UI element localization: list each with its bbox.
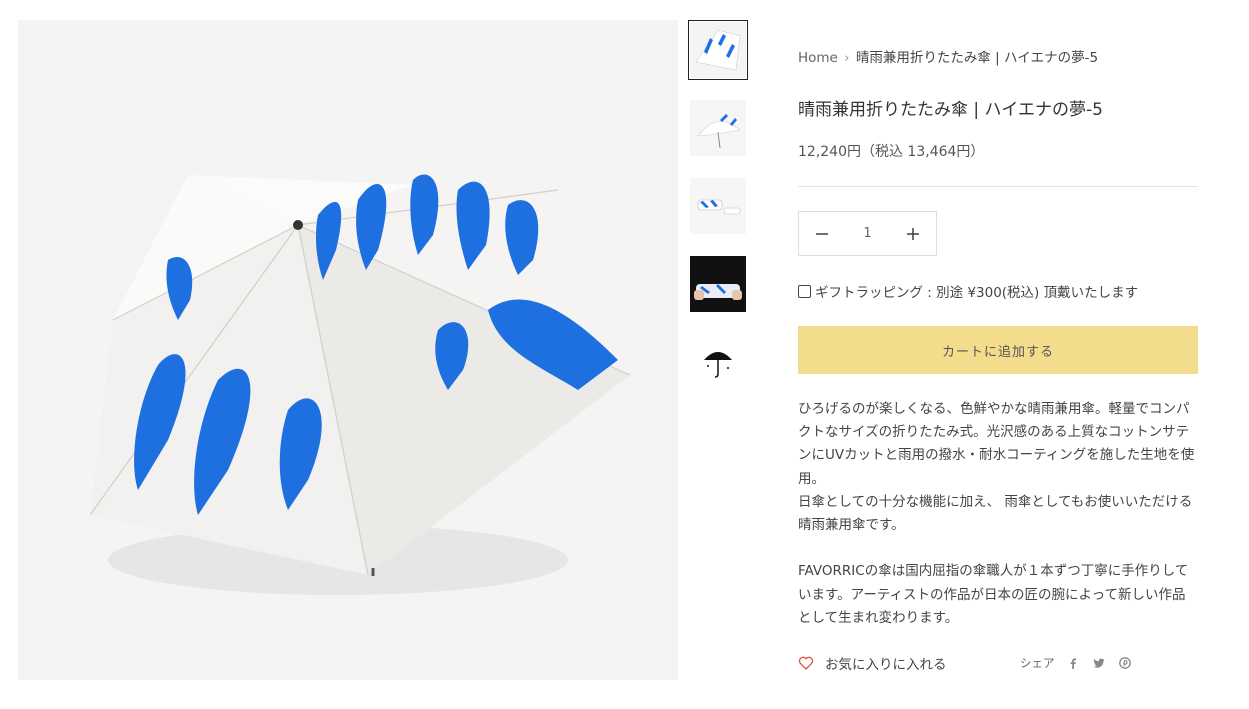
- facebook-icon[interactable]: [1065, 655, 1081, 671]
- product-title: 晴雨兼用折りたたみ傘 | ハイエナの夢-5: [798, 100, 1103, 120]
- thumb-brand-logo[interactable]: [688, 332, 748, 392]
- description-paragraph: ひろげるのが楽しくなる、色鮮やかな晴雨兼用傘。軽量でコンパクトなサイズの折りたた…: [798, 401, 1195, 487]
- breadcrumb: Home › 晴雨兼用折りたたみ傘 | ハイエナの夢-5: [798, 46, 1098, 66]
- thumb-umbrella-side[interactable]: [688, 98, 748, 158]
- share-label: シェア: [1020, 656, 1055, 670]
- twitter-icon[interactable]: [1091, 655, 1107, 671]
- breadcrumb-home-link[interactable]: Home: [798, 50, 838, 66]
- heart-icon: [798, 656, 814, 670]
- quantity-decrease-button[interactable]: [799, 212, 845, 255]
- product-actions: お気に入りに入れる シェア: [798, 653, 1198, 675]
- description-paragraph: FAVORRICの傘は国内屈指の傘職人が１本ずつ丁寧に手作りしています。アーティ…: [798, 563, 1189, 626]
- product-price: 12,240円（税込 13,464円）: [798, 144, 985, 160]
- description-paragraph: 日傘としての十分な機能に加え、 雨傘としてもお使いいただける晴雨兼用傘です。: [798, 493, 1193, 534]
- gift-wrapping-label: ギフトラッピング : 別途 ¥300(税込) 頂戴いたします: [815, 285, 1139, 301]
- plus-icon: [907, 227, 919, 240]
- add-to-cart-button[interactable]: カートに追加する: [798, 326, 1198, 374]
- pinterest-icon[interactable]: [1117, 655, 1133, 671]
- product-description: ひろげるのが楽しくなる、色鮮やかな晴雨兼用傘。軽量でコンパクトなサイズの折りたた…: [798, 398, 1198, 630]
- breadcrumb-separator: ›: [844, 50, 850, 66]
- minus-icon: [816, 232, 828, 235]
- add-to-favorites-button[interactable]: お気に入りに入れる: [798, 653, 947, 673]
- quantity-input[interactable]: 1: [848, 226, 888, 241]
- gift-wrapping-checkbox[interactable]: [798, 284, 811, 298]
- quantity-stepper: 1: [798, 211, 937, 256]
- breadcrumb-current: 晴雨兼用折りたたみ傘 | ハイエナの夢-5: [855, 50, 1099, 66]
- main-product-image[interactable]: [18, 20, 678, 680]
- gift-wrapping-option[interactable]: ギフトラッピング : 別途 ¥300(税込) 頂戴いたします: [798, 281, 1138, 301]
- quantity-increase-button[interactable]: [890, 212, 936, 255]
- divider: [798, 186, 1198, 187]
- thumb-umbrella-top[interactable]: [688, 20, 748, 80]
- thumb-umbrella-held[interactable]: [688, 254, 748, 314]
- share-bar: シェア: [1020, 655, 1133, 671]
- thumb-umbrella-folded[interactable]: [688, 176, 748, 236]
- favorites-label: お気に入りに入れる: [825, 657, 947, 673]
